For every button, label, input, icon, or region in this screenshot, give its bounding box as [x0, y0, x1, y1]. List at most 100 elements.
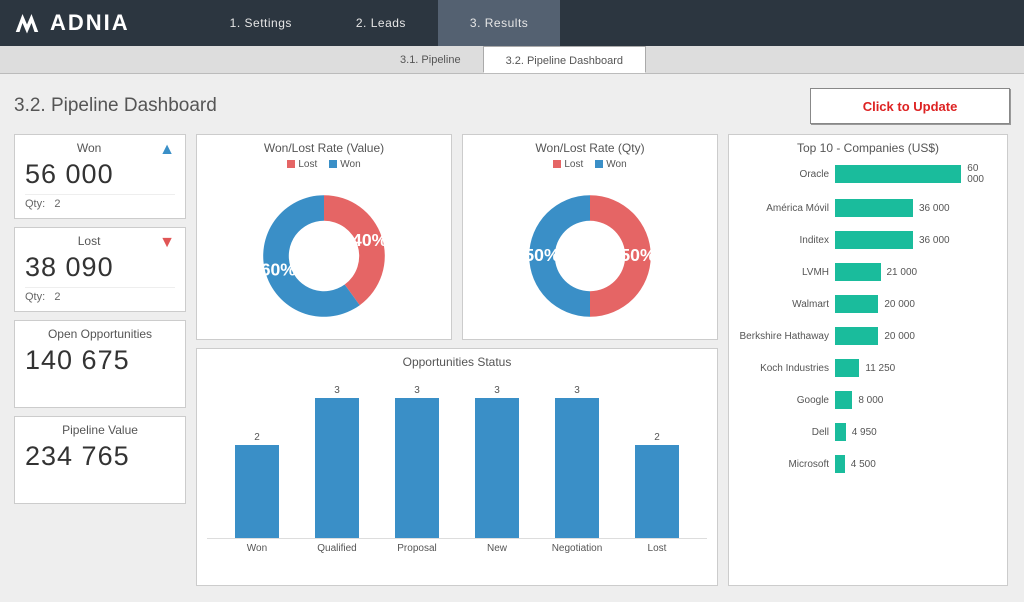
- top10-bar-value: 21 000: [887, 267, 918, 278]
- page-body: 3.2. Pipeline Dashboard Click to Update …: [0, 74, 1024, 586]
- top10-bar: [835, 199, 913, 217]
- top10-company-name: Walmart: [739, 299, 835, 310]
- brand-icon: [12, 8, 42, 38]
- top10-bar-value: 36 000: [919, 235, 950, 246]
- top10-column: Top 10 - Companies (US$) Oracle60 000Amé…: [728, 134, 1008, 586]
- kpi-won: Won ▲ 56 000 Qty: 2: [14, 134, 186, 219]
- subtab-pipeline-dashboard[interactable]: 3.2. Pipeline Dashboard: [483, 46, 646, 73]
- donut-qty-title: Won/Lost Rate (Qty): [473, 141, 707, 155]
- top10-bar: [835, 295, 878, 313]
- status-bar-label: Lost: [627, 543, 687, 554]
- status-bar-value: 2: [254, 432, 260, 443]
- charts-column: Won/Lost Rate (Value) Lost Won 40%60% Wo…: [196, 134, 718, 586]
- kpi-lost: Lost ▼ 38 090 Qty: 2: [14, 227, 186, 312]
- brand-text: ADNIA: [50, 10, 130, 36]
- top10-row: Koch Industries 11 250: [739, 359, 997, 377]
- top10-company-name: Berkshire Hathaway: [739, 331, 835, 342]
- page-title: 3.2. Pipeline Dashboard: [14, 95, 217, 117]
- status-bar-value: 3: [494, 385, 500, 396]
- top10-company-name: América Móvil: [739, 203, 835, 214]
- kpi-lost-title: Lost: [25, 234, 153, 248]
- tab-leads[interactable]: 2. Leads: [324, 0, 438, 46]
- top10-bar: [835, 165, 961, 183]
- legend-won: Won: [340, 159, 360, 170]
- status-bar-label: Proposal: [387, 543, 447, 554]
- top10-bar-value: 20 000: [884, 299, 915, 310]
- status-bar-label: Won: [227, 543, 287, 554]
- status-bar: [235, 445, 279, 538]
- top10-bar: [835, 231, 913, 249]
- legend-won: Won: [606, 159, 626, 170]
- status-bar-col: 3: [307, 385, 367, 538]
- status-bar-label: New: [467, 543, 527, 554]
- status-bar-col: 2: [627, 432, 687, 538]
- top10-row: Oracle 60 000: [739, 163, 997, 185]
- donut-slice-label: 50%: [620, 245, 656, 265]
- kpi-pipeline: Pipeline Value 234 765: [14, 416, 186, 504]
- donut-slice-label: 40%: [352, 230, 388, 250]
- top10-row: Walmart 20 000: [739, 295, 997, 313]
- top10-company-name: LVMH: [739, 267, 835, 278]
- status-bar-value: 3: [334, 385, 340, 396]
- kpi-open-title: Open Opportunities: [25, 327, 175, 341]
- status-chart-card: Opportunities Status 233332 WonQualified…: [196, 348, 718, 586]
- subtab-pipeline[interactable]: 3.1. Pipeline: [378, 46, 483, 73]
- kpi-lost-value: 38 090: [25, 252, 175, 283]
- top10-row: Inditex 36 000: [739, 231, 997, 249]
- top10-bar-value: 4 950: [852, 427, 877, 438]
- kpi-lost-subvalue: 2: [54, 291, 60, 303]
- page-header: 3.2. Pipeline Dashboard Click to Update: [14, 88, 1010, 124]
- kpi-pipeline-value: 234 765: [25, 441, 175, 472]
- kpi-won-value: 56 000: [25, 159, 175, 190]
- top10-chart: Oracle 60 000 América Móvil 36 000Inditex 36…: [739, 163, 997, 473]
- status-bar-col: 3: [387, 385, 447, 538]
- status-bar-col: 2: [227, 432, 287, 538]
- kpi-column: Won ▲ 56 000 Qty: 2 Lost ▼ 38 090 Qty:: [14, 134, 186, 586]
- status-bar-col: 3: [467, 385, 527, 538]
- status-bar: [475, 398, 519, 538]
- donuts-row: Won/Lost Rate (Value) Lost Won 40%60% Wo…: [196, 134, 718, 340]
- top10-company-name: Microsoft: [739, 459, 835, 470]
- status-bar-value: 3: [574, 385, 580, 396]
- top10-bar: [835, 263, 881, 281]
- donut-qty-card: Won/Lost Rate (Qty) Lost Won 50%50%: [462, 134, 718, 340]
- kpi-won-subvalue: 2: [54, 198, 60, 210]
- main-tabs: 1. Settings 2. Leads 3. Results: [198, 0, 561, 46]
- top10-company-name: Oracle: [739, 169, 835, 180]
- kpi-won-title: Won: [25, 141, 153, 155]
- update-button[interactable]: Click to Update: [810, 88, 1010, 124]
- donut-slice-label: 50%: [524, 245, 560, 265]
- top10-company-name: Google: [739, 395, 835, 406]
- top10-bar: [835, 423, 846, 441]
- top10-bar-value: 8 000: [858, 395, 883, 406]
- brand-logo: ADNIA: [12, 8, 130, 38]
- top10-row: Microsoft4 500: [739, 455, 997, 473]
- top10-company-name: Dell: [739, 427, 835, 438]
- top10-bar-value: 11 250: [865, 363, 895, 374]
- status-bar-label: Qualified: [307, 543, 367, 554]
- arrow-up-icon: ▲: [159, 141, 175, 159]
- top10-company-name: Koch Industries: [739, 363, 835, 374]
- kpi-open-value: 140 675: [25, 345, 175, 376]
- arrow-down-icon: ▼: [159, 234, 175, 252]
- top10-card: Top 10 - Companies (US$) Oracle60 000Amé…: [728, 134, 1008, 586]
- donut-qty-chart: 50% 50%: [510, 176, 670, 336]
- top10-row: Google 8 000: [739, 391, 997, 409]
- sub-tabs: 3.1. Pipeline 3.2. Pipeline Dashboard: [0, 46, 1024, 74]
- top10-bar: [835, 359, 859, 377]
- donut-value-card: Won/Lost Rate (Value) Lost Won 40%60%: [196, 134, 452, 340]
- tab-settings[interactable]: 1. Settings: [198, 0, 324, 46]
- top10-bar-value: 60 000: [967, 163, 997, 185]
- donut-value-title: Won/Lost Rate (Value): [207, 141, 441, 155]
- status-bar: [315, 398, 359, 538]
- top10-company-name: Inditex: [739, 235, 835, 246]
- legend-lost: Lost: [298, 159, 317, 170]
- status-bar-col: 3: [547, 385, 607, 538]
- tab-results[interactable]: 3. Results: [438, 0, 560, 46]
- status-bar-label: Negotiation: [547, 543, 607, 554]
- donut-value-chart: 40%60%: [244, 176, 404, 336]
- status-bar-value: 3: [414, 385, 420, 396]
- topbar: ADNIA 1. Settings 2. Leads 3. Results: [0, 0, 1024, 46]
- top10-bar: [835, 455, 845, 473]
- top10-bar: [835, 327, 878, 345]
